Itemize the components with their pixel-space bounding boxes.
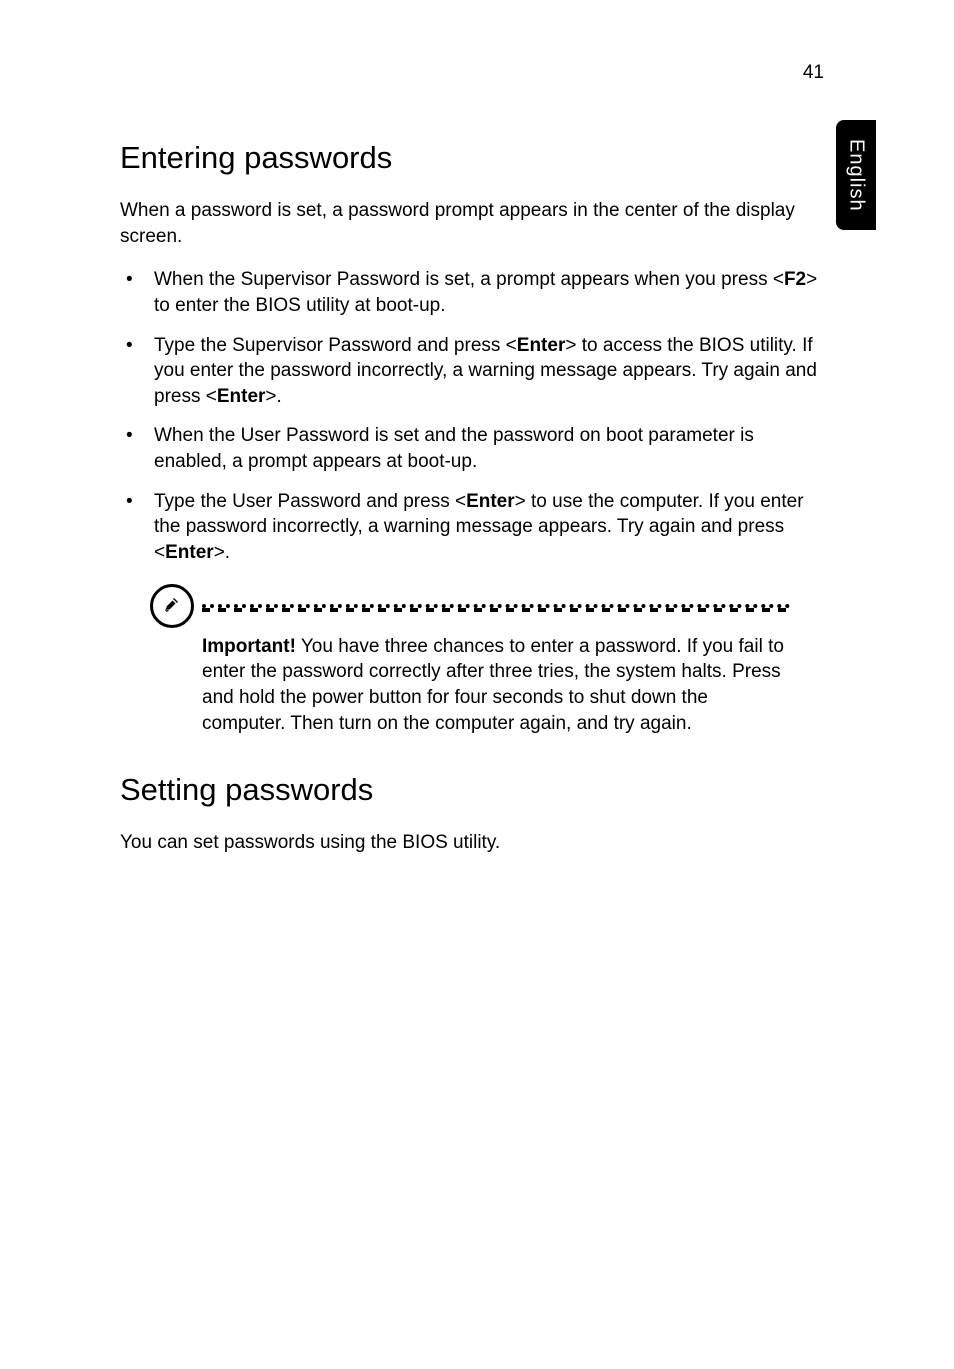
page-content: Entering passwords When a password is se…: [120, 140, 820, 874]
section-setting-passwords: Setting passwords You can set passwords …: [120, 772, 820, 856]
heading-setting-passwords: Setting passwords: [120, 772, 820, 808]
list-item: When the User Password is set and the pa…: [150, 423, 820, 474]
list-item-text: Type the Supervisor Password and press <: [154, 335, 517, 356]
list-item: When the Supervisor Password is set, a p…: [150, 267, 820, 318]
pin-icon: [150, 584, 194, 628]
list-item-text: >.: [265, 386, 281, 407]
bullet-list: When the Supervisor Password is set, a p…: [120, 267, 820, 565]
intro-paragraph: When a password is set, a password promp…: [120, 198, 820, 249]
key-f2: F2: [784, 269, 806, 290]
note-header: [150, 584, 790, 628]
note-divider: [202, 604, 790, 608]
note-label: Important!: [202, 636, 296, 657]
important-note: Important! You have three chances to ent…: [150, 584, 790, 737]
list-item-text: When the User Password is set and the pa…: [154, 425, 754, 472]
key-enter: Enter: [217, 386, 266, 407]
key-enter: Enter: [165, 542, 214, 563]
list-item: Type the User Password and press <Enter>…: [150, 489, 820, 566]
list-item-text: When the Supervisor Password is set, a p…: [154, 269, 784, 290]
setting-passwords-text: You can set passwords using the BIOS uti…: [120, 830, 820, 856]
heading-entering-passwords: Entering passwords: [120, 140, 820, 176]
key-enter: Enter: [517, 335, 566, 356]
list-item-text: Type the User Password and press <: [154, 491, 466, 512]
key-enter: Enter: [466, 491, 515, 512]
language-tab: English: [836, 120, 876, 230]
page-number: 41: [803, 62, 824, 84]
list-item: Type the Supervisor Password and press <…: [150, 333, 820, 410]
list-item-text: >.: [214, 542, 230, 563]
language-tab-label: English: [845, 139, 868, 212]
note-text: Important! You have three chances to ent…: [202, 634, 790, 737]
